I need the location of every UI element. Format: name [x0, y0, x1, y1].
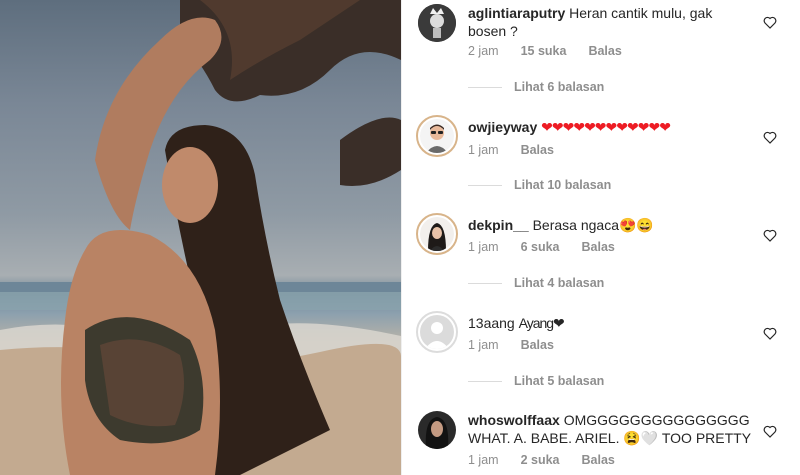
- comment-body: Ayang❤: [518, 315, 565, 331]
- reply-button[interactable]: Balas: [582, 240, 615, 254]
- comment-time[interactable]: 1 jam: [468, 240, 499, 254]
- view-replies-label: Lihat 10 balasan: [514, 178, 612, 192]
- comment-time[interactable]: 1 jam: [468, 338, 499, 352]
- comment-text: aglintiaraputry Heran cantik mulu, gak b…: [468, 4, 753, 40]
- photo-illustration: [0, 0, 401, 475]
- reply-button[interactable]: Balas: [521, 143, 554, 157]
- comment-body: ❤❤❤❤❤❤❤❤❤❤❤❤: [541, 119, 671, 135]
- replies-line: [468, 184, 502, 186]
- comment-text: owjieyway ❤❤❤❤❤❤❤❤❤❤❤❤: [468, 118, 753, 136]
- view-replies-button[interactable]: Lihat 10 balasan: [468, 178, 611, 192]
- comment-time[interactable]: 1 jam: [468, 143, 499, 157]
- reply-button[interactable]: Balas: [582, 453, 615, 467]
- comment-text: dekpin__ Berasa ngaca😍😄: [468, 216, 753, 234]
- view-replies-button[interactable]: Lihat 4 balasan: [468, 276, 604, 290]
- avatar[interactable]: [418, 411, 456, 449]
- avatar-image: [420, 119, 454, 153]
- heart-outline-icon[interactable]: [762, 423, 778, 439]
- comment-meta: 1 jam Balas: [468, 338, 554, 352]
- comment-username[interactable]: owjieyway: [468, 119, 537, 135]
- avatar[interactable]: [416, 213, 458, 255]
- comment-username[interactable]: aglintiaraputry: [468, 5, 565, 21]
- comment-text: 13aang Ayang❤: [468, 314, 753, 332]
- comment-time[interactable]: 2 jam: [468, 44, 499, 58]
- avatar[interactable]: [416, 115, 458, 157]
- view-replies-button[interactable]: Lihat 5 balasan: [468, 374, 604, 388]
- comment-text: whoswolffaax OMGGGGGGGGGGGGGGG WHAT. A. …: [468, 411, 758, 447]
- avatar[interactable]: [416, 311, 458, 353]
- reply-button[interactable]: Balas: [588, 44, 621, 58]
- comment-username[interactable]: 13aang: [468, 315, 515, 331]
- avatar-image: [420, 315, 454, 349]
- view-replies-label: Lihat 6 balasan: [514, 80, 605, 94]
- avatar[interactable]: [418, 4, 456, 42]
- heart-outline-icon[interactable]: [762, 325, 778, 341]
- reply-button[interactable]: Balas: [521, 338, 554, 352]
- avatar-image: [418, 4, 456, 42]
- replies-line: [468, 86, 502, 88]
- comment-username[interactable]: dekpin__: [468, 217, 529, 233]
- comment-body: Berasa ngaca😍😄: [532, 217, 654, 233]
- comment-likes[interactable]: 2 suka: [521, 453, 560, 467]
- comments-panel: aglintiaraputry Heran cantik mulu, gak b…: [402, 0, 800, 475]
- heart-outline-icon[interactable]: [762, 14, 778, 30]
- comment-meta: 1 jam 6 suka Balas: [468, 240, 615, 254]
- replies-line: [468, 282, 502, 284]
- post-photo: [0, 0, 401, 475]
- comment-time[interactable]: 1 jam: [468, 453, 499, 467]
- comment-meta: 2 jam 15 suka Balas: [468, 44, 622, 58]
- heart-outline-icon[interactable]: [762, 227, 778, 243]
- comment-likes[interactable]: 6 suka: [521, 240, 560, 254]
- view-replies-button[interactable]: Lihat 6 balasan: [468, 80, 604, 94]
- comment-likes[interactable]: 15 suka: [521, 44, 567, 58]
- avatar-image: [420, 217, 454, 251]
- comment-username[interactable]: whoswolffaax: [468, 412, 560, 428]
- comment-meta: 1 jam Balas: [468, 143, 554, 157]
- replies-line: [468, 380, 502, 382]
- avatar-image: [418, 411, 456, 449]
- heart-outline-icon[interactable]: [762, 129, 778, 145]
- view-replies-label: Lihat 5 balasan: [514, 374, 605, 388]
- comment-meta: 1 jam 2 suka Balas: [468, 453, 615, 467]
- view-replies-label: Lihat 4 balasan: [514, 276, 605, 290]
